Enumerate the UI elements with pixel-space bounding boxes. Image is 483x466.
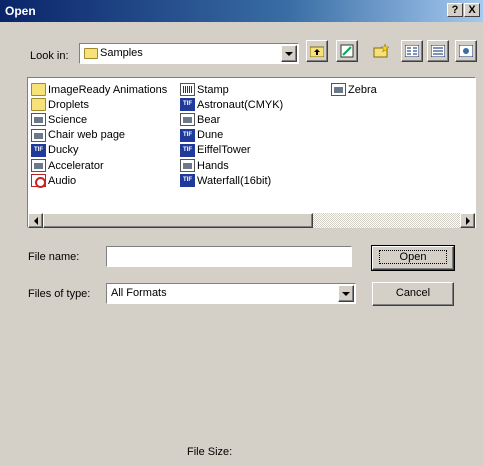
list-item-label: Stamp <box>197 83 229 96</box>
list-item-label: Astronaut(CMYK) <box>197 98 284 111</box>
list-item-label: Droplets <box>48 98 89 111</box>
list-item[interactable]: TIF Astronaut(CMYK) <box>180 97 283 112</box>
list-view-icon[interactable] <box>401 40 423 62</box>
list-item[interactable]: Bear <box>180 112 220 127</box>
file-name-label: File name: <box>28 251 80 263</box>
folder-icon <box>31 83 46 96</box>
tif-file-icon: TIF <box>180 98 195 112</box>
new-folder-icon[interactable] <box>370 40 392 62</box>
list-item[interactable]: TIF Dune <box>180 128 223 143</box>
list-item-label: Accelerator <box>48 159 104 172</box>
list-item-label: Audio <box>48 174 77 187</box>
file-list[interactable]: ImageReady Animations Droplets Science Chai… <box>27 77 476 228</box>
open-button-label: Open <box>378 250 448 264</box>
list-item-label: Hands <box>197 159 229 172</box>
tif-file-icon: TIF <box>180 128 195 142</box>
list-item-label: Bear <box>197 113 221 126</box>
image-file-icon <box>180 113 195 127</box>
look-in-label: Look in: <box>30 50 69 62</box>
list-item[interactable]: TIF Waterfall(16bit) <box>180 173 271 188</box>
scroll-thumb[interactable] <box>43 213 313 228</box>
cancel-button[interactable]: Cancel <box>372 282 454 306</box>
pdf-file-icon <box>31 174 46 189</box>
details-view-icon[interactable] <box>427 40 449 62</box>
list-item-label: ImageReady Animations <box>48 83 168 96</box>
look-in-value: Samples <box>100 47 143 59</box>
list-item-label: Chair web page <box>48 129 126 142</box>
list-item[interactable]: TIF EiffelTower <box>180 143 251 158</box>
up-folder-icon[interactable] <box>306 40 328 62</box>
list-item[interactable]: Audio <box>31 173 77 189</box>
scroll-left-icon[interactable] <box>28 213 43 228</box>
list-item-label: Ducky <box>48 144 79 157</box>
image-file-icon <box>31 159 46 172</box>
chevron-down-icon[interactable] <box>338 285 354 302</box>
image-file-icon <box>180 159 195 172</box>
look-in-dropdown[interactable]: Samples <box>79 43 299 64</box>
list-item-label: Dune <box>197 129 224 142</box>
image-file-icon <box>331 83 346 96</box>
list-item-label: EiffelTower <box>197 144 251 157</box>
thumbnails-icon[interactable] <box>455 40 477 62</box>
tif-file-icon: TIF <box>180 143 195 157</box>
image-file-icon <box>31 113 46 127</box>
desktop-icon[interactable] <box>336 40 358 62</box>
list-item[interactable]: Droplets <box>31 97 89 112</box>
file-name-field[interactable] <box>106 246 352 267</box>
list-item[interactable]: Zebra <box>331 82 377 97</box>
close-button[interactable]: X <box>464 3 480 17</box>
list-item-label: Zebra <box>348 83 377 96</box>
scroll-right-icon[interactable] <box>460 213 475 228</box>
horizontal-scrollbar[interactable] <box>28 213 475 228</box>
file-size-label: File Size: <box>187 446 233 458</box>
list-item[interactable]: Stamp <box>180 82 229 97</box>
folder-icon <box>84 47 98 59</box>
title-bar: Open ? X <box>0 0 483 22</box>
list-item[interactable]: Hands <box>180 158 229 173</box>
open-button[interactable]: Open <box>371 245 455 271</box>
folder-icon <box>31 98 46 112</box>
list-item[interactable]: TIF Ducky <box>31 143 79 158</box>
list-item-label: Science <box>48 113 88 126</box>
tif-file-icon: TIF <box>31 143 46 157</box>
help-button[interactable]: ? <box>447 3 463 17</box>
image-file-icon <box>180 83 195 96</box>
list-item[interactable]: ImageReady Animations <box>31 82 167 97</box>
image-file-icon <box>31 128 46 142</box>
list-item[interactable]: Science <box>31 112 87 127</box>
tif-file-icon: TIF <box>180 174 195 188</box>
file-type-dropdown[interactable]: All Formats <box>106 283 356 304</box>
list-item[interactable]: Accelerator <box>31 158 104 173</box>
file-type-value: All Formats <box>111 287 167 299</box>
list-item[interactable]: Chair web page <box>31 128 125 143</box>
list-item-label: Waterfall(16bit) <box>197 174 272 187</box>
file-type-label: Files of type: <box>28 288 91 300</box>
chevron-down-icon[interactable] <box>281 45 297 62</box>
window-title: Open <box>5 4 36 18</box>
